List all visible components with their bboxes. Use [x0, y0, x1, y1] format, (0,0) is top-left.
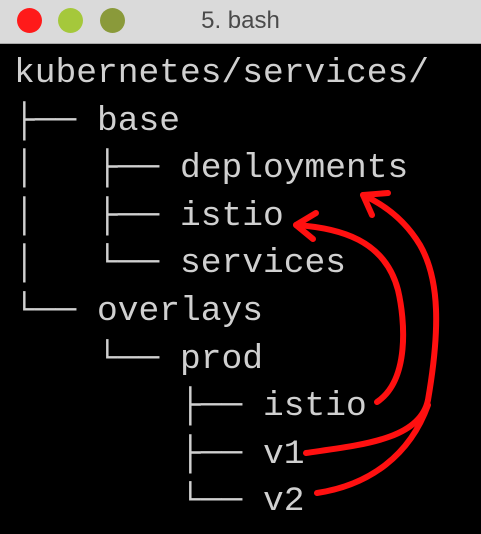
annotation-arrows — [293, 190, 440, 496]
arrow-istio-to-base-istio — [293, 222, 407, 405]
arrow-v1-to-deployments — [303, 192, 440, 456]
